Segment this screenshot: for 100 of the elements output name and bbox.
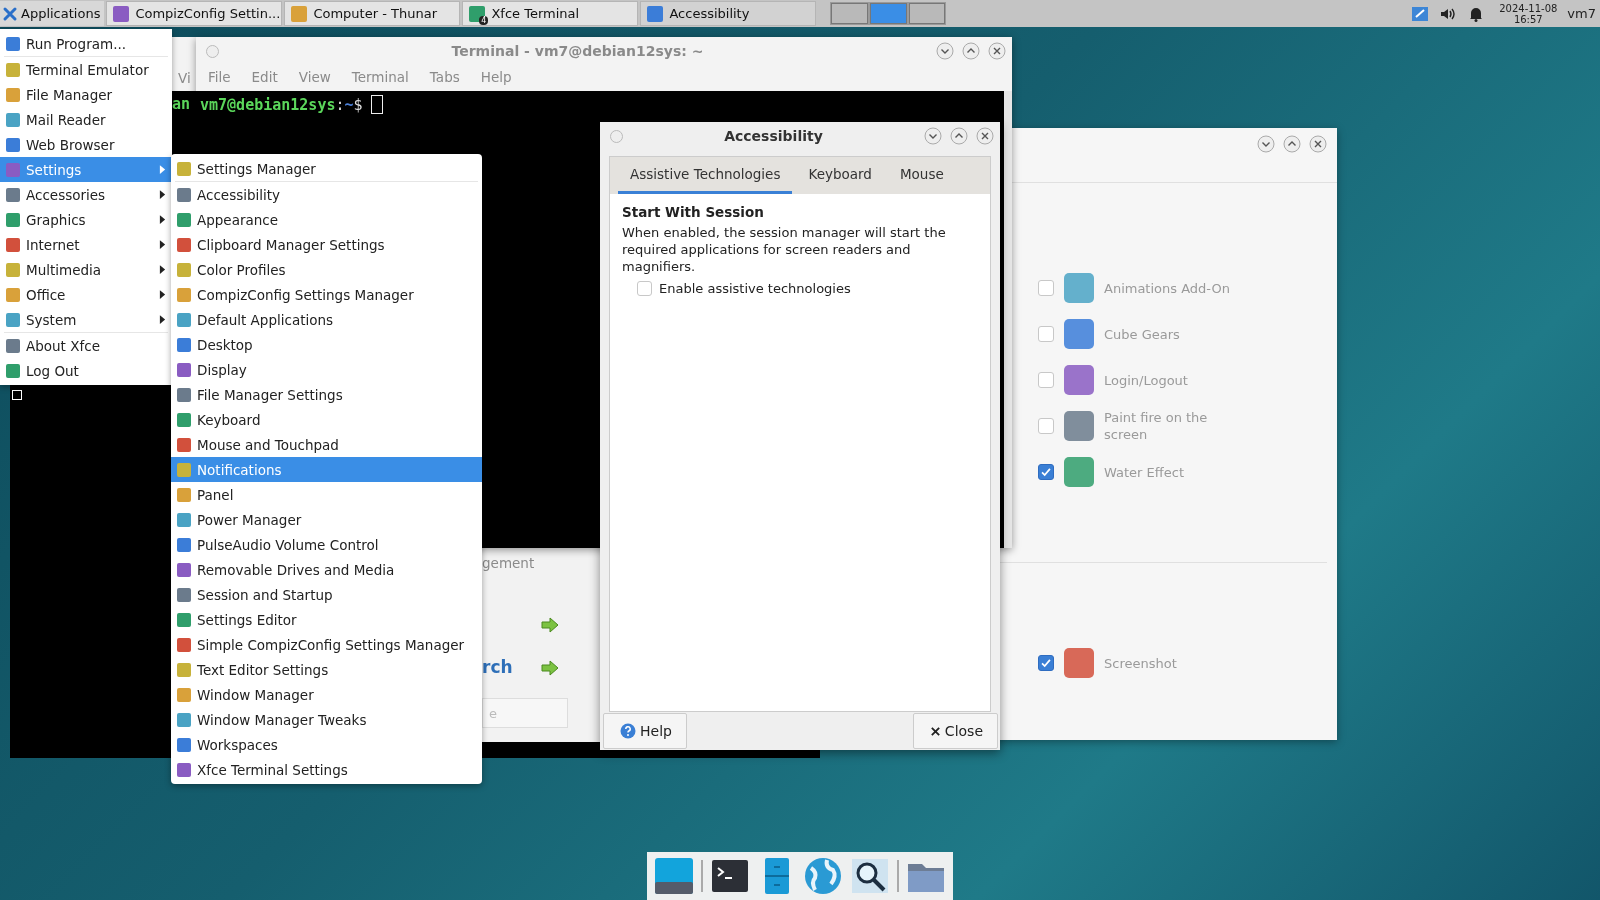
- tab[interactable]: Mouse: [887, 157, 956, 194]
- tab[interactable]: Keyboard: [796, 157, 884, 194]
- menu-item[interactable]: Desktop: [171, 332, 482, 357]
- applications-button[interactable]: Applications: [0, 1, 105, 26]
- menu-item[interactable]: Accessibility: [171, 182, 482, 207]
- app-icon: [177, 462, 191, 477]
- window-title: Terminal - vm7@debian12sys: ~: [450, 43, 705, 59]
- plugin-label: Animations Add-On: [1104, 279, 1231, 297]
- menu-item[interactable]: Power Manager: [171, 507, 482, 532]
- submenu-arrow-icon: [159, 189, 166, 200]
- close-button[interactable]: [988, 42, 1006, 60]
- checkbox[interactable]: [1038, 464, 1054, 480]
- scrollbar[interactable]: [1004, 91, 1012, 548]
- menu-item[interactable]: Settings Manager: [171, 156, 482, 181]
- workspace-pager[interactable]: [830, 2, 947, 25]
- minimize-button[interactable]: [936, 42, 954, 60]
- help-button[interactable]: Help: [603, 713, 687, 749]
- menu-item[interactable]: Settings Editor: [171, 607, 482, 632]
- checkbox[interactable]: [1038, 372, 1054, 388]
- app-icon: [177, 161, 191, 176]
- app-icon: [177, 412, 191, 427]
- submenu-arrow-icon: [159, 164, 166, 175]
- app-icon: [177, 387, 191, 402]
- menu-item[interactable]: Terminal Emulator: [0, 57, 172, 82]
- app-icon: [177, 437, 191, 452]
- menu-item[interactable]: Web Browser: [0, 132, 172, 157]
- menu-item[interactable]: CompizConfig Settings Manager: [171, 282, 482, 307]
- menu-item[interactable]: Window Manager Tweaks: [171, 707, 482, 732]
- close-button[interactable]: [1309, 135, 1327, 153]
- menu-item[interactable]: Graphics: [0, 207, 172, 232]
- menu-item[interactable]: Appearance: [171, 207, 482, 232]
- menu-item[interactable]: Keyboard: [171, 407, 482, 432]
- menu-item[interactable]: PulseAudio Volume Control: [171, 532, 482, 557]
- clock[interactable]: 2024-11-08 16:57: [1499, 2, 1558, 25]
- submenu-arrow-icon: [159, 239, 166, 250]
- menu-item[interactable]: Panel: [171, 482, 482, 507]
- app-icon: [6, 87, 20, 102]
- app-icon: [177, 662, 191, 677]
- arrow-icon[interactable]: [541, 660, 559, 676]
- app-icon: [6, 212, 20, 227]
- menu-item[interactable]: File Manager Settings: [171, 382, 482, 407]
- checkbox[interactable]: [637, 281, 652, 296]
- menu-item[interactable]: System: [0, 307, 172, 332]
- app-icon: [6, 262, 20, 277]
- menu-item[interactable]: Log Out: [0, 358, 172, 383]
- globe-icon[interactable]: [803, 856, 844, 896]
- menu-item[interactable]: Office: [0, 282, 172, 307]
- menu-item[interactable]: Simple CompizConfig Settings Manager: [171, 632, 482, 657]
- menu-item[interactable]: Workspaces: [171, 732, 482, 757]
- maximize-button[interactable]: [962, 42, 980, 60]
- tab[interactable]: Assistive Technologies: [618, 157, 793, 194]
- checkbox[interactable]: [1038, 655, 1054, 671]
- checkbox[interactable]: [1038, 280, 1054, 296]
- minimize-button[interactable]: [1257, 135, 1275, 153]
- window-title: Accessibility: [723, 128, 824, 144]
- app-icon: [177, 537, 191, 552]
- menu-item[interactable]: Window Manager: [171, 682, 482, 707]
- menu-item[interactable]: Default Applications: [171, 307, 482, 332]
- user-name[interactable]: vm7: [1567, 6, 1596, 21]
- menu-item[interactable]: Display: [171, 357, 482, 382]
- menu-item[interactable]: Xfce Terminal Settings: [171, 757, 482, 782]
- app-icon: [177, 687, 191, 702]
- menu-item[interactable]: Session and Startup: [171, 582, 482, 607]
- terminal-text: an: [172, 95, 191, 113]
- menu-item[interactable]: Clipboard Manager Settings: [171, 232, 482, 257]
- shell-prompt: vm7@debian12sys:~$: [200, 95, 363, 114]
- close-button[interactable]: Close: [912, 713, 998, 749]
- maximize-button[interactable]: [1283, 135, 1301, 153]
- maximize-button[interactable]: [950, 127, 968, 145]
- desktop-icon[interactable]: [654, 856, 695, 896]
- window-menu-button[interactable]: [610, 129, 623, 143]
- menu-item[interactable]: Mouse and Touchpad: [171, 432, 482, 457]
- text-cursor: [12, 390, 22, 400]
- app-icon: [6, 162, 20, 177]
- arrow-icon[interactable]: [541, 617, 559, 633]
- section-heading: gement: [482, 555, 535, 571]
- plugin-icon: [1064, 365, 1094, 395]
- minimize-button[interactable]: [924, 127, 942, 145]
- search-icon[interactable]: [850, 856, 891, 896]
- menu-item[interactable]: Mail Reader: [0, 107, 172, 132]
- close-button[interactable]: [976, 127, 994, 145]
- menu-item[interactable]: About Xfce: [0, 333, 172, 358]
- network-icon[interactable]: [1411, 4, 1430, 23]
- menu-item[interactable]: Run Program...: [0, 31, 172, 56]
- menu-item[interactable]: Internet: [0, 232, 172, 257]
- checkbox[interactable]: [1038, 418, 1054, 434]
- taskbar-button[interactable]: 4 Xfce Terminal: [462, 1, 639, 26]
- checkbox[interactable]: [1038, 326, 1054, 342]
- taskbar-button[interactable]: Accessibility: [640, 1, 817, 26]
- menu-item[interactable]: Text Editor Settings: [171, 657, 482, 682]
- menu-item[interactable]: Removable Drives and Media: [171, 557, 482, 582]
- window-menu-button[interactable]: [206, 44, 219, 58]
- taskbar-button[interactable]: Computer - Thunar: [284, 1, 461, 26]
- close-icon: [929, 725, 941, 737]
- taskbar-button[interactable]: CompizConfig Settin...: [106, 1, 283, 26]
- menu-item[interactable]: File Manager: [0, 82, 172, 107]
- menu-item[interactable]: Multimedia: [0, 257, 172, 282]
- menu-item[interactable]: Color Profiles: [171, 257, 482, 282]
- menu-item[interactable]: Accessories: [0, 182, 172, 207]
- link[interactable]: rch: [482, 657, 513, 677]
